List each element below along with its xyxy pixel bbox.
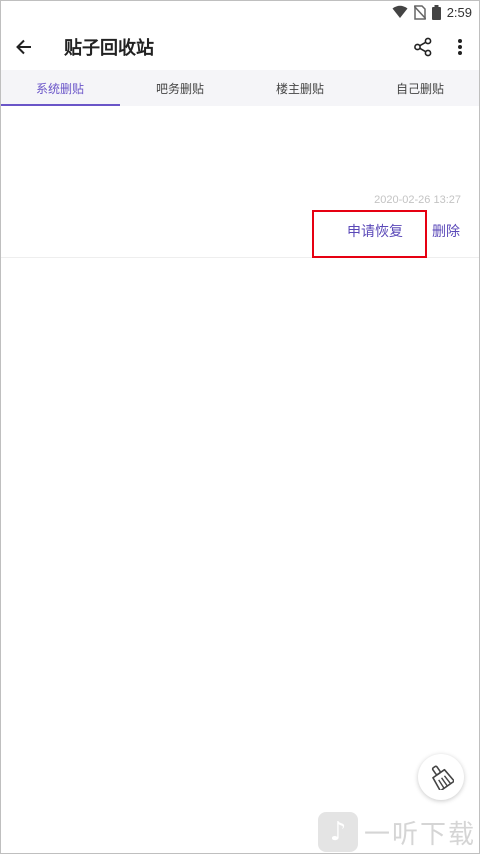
status-icons: 2:59 bbox=[392, 3, 472, 21]
tab-self-deleted[interactable]: 自己删贴 bbox=[360, 70, 480, 106]
clean-fab-button[interactable] bbox=[418, 754, 464, 800]
status-time: 2:59 bbox=[446, 4, 472, 20]
tab-label: 自己删贴 bbox=[395, 81, 444, 96]
watermark-logo-icon: ♪ bbox=[318, 812, 358, 852]
no-sim-icon bbox=[413, 4, 426, 20]
arrow-left-icon bbox=[16, 39, 31, 55]
watermark: ♪ 一听下载 bbox=[318, 810, 476, 854]
back-button[interactable] bbox=[10, 33, 38, 61]
tab-label: 吧务删贴 bbox=[155, 81, 204, 96]
list-item: 2020-02-26 13:27 申请恢复 删除 bbox=[0, 106, 480, 258]
request-restore-button[interactable]: 申请恢复 bbox=[347, 221, 403, 241]
tab-op-deleted[interactable]: 楼主删贴 bbox=[240, 70, 360, 106]
post-timestamp: 2020-02-26 13:27 bbox=[374, 194, 461, 206]
toolbar: 贴子回收站 bbox=[0, 24, 480, 70]
delete-button[interactable]: 删除 bbox=[432, 221, 460, 241]
tab-label: 系统删贴 bbox=[35, 81, 84, 96]
tab-label: 楼主删贴 bbox=[275, 81, 324, 96]
page-title: 贴子回收站 bbox=[64, 38, 154, 59]
share-button[interactable] bbox=[409, 33, 437, 61]
tab-bar: 系统删贴 吧务删贴 楼主删贴 自己删贴 bbox=[0, 70, 480, 106]
more-vertical-icon bbox=[458, 39, 462, 55]
broom-icon bbox=[431, 765, 454, 790]
tab-moderator-deleted[interactable]: 吧务删贴 bbox=[120, 70, 240, 106]
share-icon bbox=[414, 37, 432, 57]
more-options-button[interactable] bbox=[448, 33, 472, 61]
watermark-text: 一听下载 bbox=[364, 819, 477, 850]
tab-system-deleted[interactable]: 系统删贴 bbox=[0, 70, 120, 106]
battery-icon bbox=[431, 4, 441, 20]
status-bar: 2:59 bbox=[0, 0, 480, 24]
wifi-icon bbox=[392, 5, 408, 18]
